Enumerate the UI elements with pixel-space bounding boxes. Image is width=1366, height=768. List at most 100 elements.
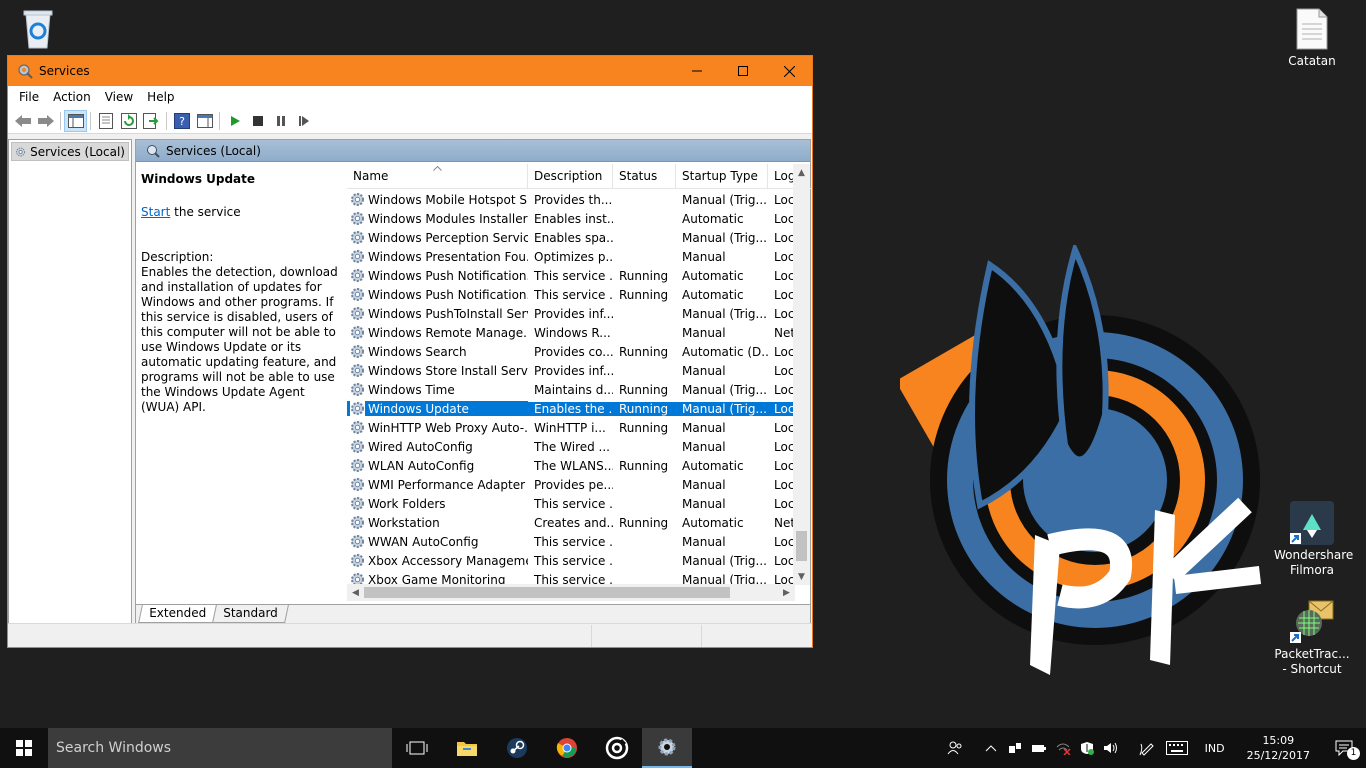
menu-file[interactable]: File <box>12 90 46 104</box>
column-header-description[interactable]: Description <box>528 164 613 188</box>
maximize-button[interactable] <box>720 56 766 86</box>
table-row[interactable]: Windows Remote Manage... Windows R... Manu… <box>347 323 797 342</box>
recycle-bin-icon[interactable] <box>0 8 76 54</box>
service-gear-icon <box>351 535 364 548</box>
table-row[interactable]: Windows Presentation Fou... Optimizes p..… <box>347 247 797 266</box>
minimize-button[interactable] <box>674 56 720 86</box>
start-service-button[interactable] <box>223 110 246 132</box>
table-row[interactable]: Windows Mobile Hotspot S... Provides th..… <box>347 190 797 209</box>
table-row[interactable]: Windows Push Notification... This service… <box>347 266 797 285</box>
table-row[interactable]: Xbox Accessory Manageme... This service .… <box>347 551 797 570</box>
table-row[interactable]: Workstation Creates and... Running Automati… <box>347 513 797 532</box>
table-row[interactable]: WLAN AutoConfig The WLANS... Running Automa… <box>347 456 797 475</box>
scroll-up-arrow[interactable]: ▲ <box>793 164 810 181</box>
console-tree: Services (Local) <box>8 139 132 624</box>
back-button[interactable] <box>11 110 34 132</box>
menu-view[interactable]: View <box>98 90 140 104</box>
people-icon[interactable] <box>943 728 967 768</box>
table-row[interactable]: Windows Modules Installer Enables inst...… <box>347 209 797 228</box>
input-language[interactable]: IND <box>1195 742 1235 755</box>
taskbar-file-explorer[interactable] <box>442 728 492 768</box>
help-button[interactable]: ? <box>170 110 193 132</box>
service-gear-icon <box>351 554 364 567</box>
desktop-icon-catatan[interactable]: Catatan <box>1274 8 1350 69</box>
refresh-button[interactable] <box>117 110 140 132</box>
horizontal-scroll-thumb[interactable] <box>364 587 730 598</box>
cell-name: Windows Push Notification... <box>347 268 528 283</box>
restart-service-button[interactable] <box>292 110 315 132</box>
table-row[interactable]: Windows Store Install Service Provides in… <box>347 361 797 380</box>
table-row[interactable]: Windows Update Enables the ... Running Manu… <box>347 399 797 418</box>
menu-action[interactable]: Action <box>46 90 98 104</box>
tab-extended[interactable]: Extended <box>138 605 217 623</box>
cell-description: The Wired ... <box>534 439 610 454</box>
vertical-scroll-thumb[interactable] <box>796 531 807 561</box>
taskbar-steam[interactable] <box>492 728 542 768</box>
table-row[interactable]: Work Folders This service ... Manual Loc <box>347 494 797 513</box>
cell-startup-type: Manual (Trig... <box>682 382 767 397</box>
extended-description: Windows Update Start the service Descrip… <box>136 164 346 604</box>
table-row[interactable]: Windows PushToInstall Serv... Provides in… <box>347 304 797 323</box>
cell-startup-type: Automatic <box>682 287 744 302</box>
clock[interactable]: 15:09 25/12/2017 <box>1235 733 1322 763</box>
properties-button[interactable] <box>94 110 117 132</box>
action-center-button[interactable]: 1 <box>1322 728 1366 768</box>
scroll-down-arrow[interactable]: ▼ <box>793 568 810 585</box>
show-hidden-icons-chevron-icon[interactable] <box>979 728 1003 768</box>
start-button[interactable] <box>0 728 48 768</box>
pen-workspace-icon[interactable] <box>1135 728 1159 768</box>
cell-description: Windows R... <box>534 325 611 340</box>
table-row[interactable]: Windows Push Notification... This service… <box>347 285 797 304</box>
cell-description: Provides inf... <box>534 363 613 378</box>
horizontal-scrollbar[interactable]: ◀ ▶ <box>347 584 795 601</box>
export-list-button[interactable] <box>140 110 163 132</box>
network-device-icon[interactable] <box>1003 728 1027 768</box>
column-header-startup-type[interactable]: Startup Type <box>676 164 768 188</box>
table-row[interactable]: Windows Time Maintains d... Running Manual … <box>347 380 797 399</box>
service-name: Windows Modules Installer <box>368 211 528 226</box>
scroll-right-arrow[interactable]: ▶ <box>778 584 795 601</box>
taskbar-ring-app[interactable] <box>592 728 642 768</box>
status-bar <box>8 623 812 647</box>
defender-shield-icon[interactable] <box>1075 728 1099 768</box>
vertical-scrollbar[interactable]: ▲ ▼ <box>793 164 810 585</box>
cell-name: Windows Mobile Hotspot S... <box>347 192 528 207</box>
cell-description: Enables inst... <box>534 211 613 226</box>
stop-service-button[interactable] <box>246 110 269 132</box>
taskbar-search-box[interactable]: Search Windows <box>48 728 392 768</box>
tree-item-services-local[interactable]: Services (Local) <box>11 142 129 161</box>
pause-service-button[interactable] <box>269 110 292 132</box>
menu-help[interactable]: Help <box>140 90 181 104</box>
column-header-status[interactable]: Status <box>613 164 676 188</box>
table-row[interactable]: Windows Search Provides co... Running Autom… <box>347 342 797 361</box>
services-window[interactable]: Services File Action View Help ? Service <box>7 55 813 648</box>
touch-keyboard-icon[interactable] <box>1159 728 1195 768</box>
battery-icon[interactable] <box>1027 728 1051 768</box>
tab-standard[interactable]: Standard <box>212 605 289 623</box>
cell-startup-type: Manual <box>682 325 726 340</box>
table-row[interactable]: WinHTTP Web Proxy Auto-... WinHTTP i... Ru… <box>347 418 797 437</box>
taskbar-chrome[interactable] <box>542 728 592 768</box>
forward-button[interactable] <box>34 110 57 132</box>
table-row[interactable]: Wired AutoConfig The Wired ... Manual Loc <box>347 437 797 456</box>
start-link[interactable]: Start <box>141 205 170 219</box>
volume-icon[interactable] <box>1099 728 1123 768</box>
title-bar[interactable]: Services <box>8 56 812 86</box>
taskbar-services[interactable] <box>642 728 692 768</box>
table-row[interactable]: Windows Perception Service Enables spa...… <box>347 228 797 247</box>
scroll-left-arrow[interactable]: ◀ <box>347 584 364 601</box>
wifi-disconnected-icon[interactable] <box>1051 728 1075 768</box>
service-name: Windows Remote Manage... <box>368 325 528 340</box>
service-name: Windows Store Install Service <box>368 363 528 378</box>
column-header-name[interactable]: Name <box>347 164 528 188</box>
services-list[interactable]: Name Description Status Startup Type Log… <box>347 164 811 602</box>
toolbar-separator <box>60 111 61 130</box>
table-row[interactable]: WWAN AutoConfig This service ... Manual Loc <box>347 532 797 551</box>
task-view-button[interactable] <box>392 728 442 768</box>
show-console-tree-button[interactable] <box>64 109 87 132</box>
cell-name: WinHTTP Web Proxy Auto-... <box>347 420 528 435</box>
table-row[interactable]: WMI Performance Adapter Provides pe... Man… <box>347 475 797 494</box>
show-action-pane-button[interactable] <box>193 110 216 132</box>
service-name: Windows Mobile Hotspot S... <box>368 192 528 207</box>
close-button[interactable] <box>766 56 812 86</box>
